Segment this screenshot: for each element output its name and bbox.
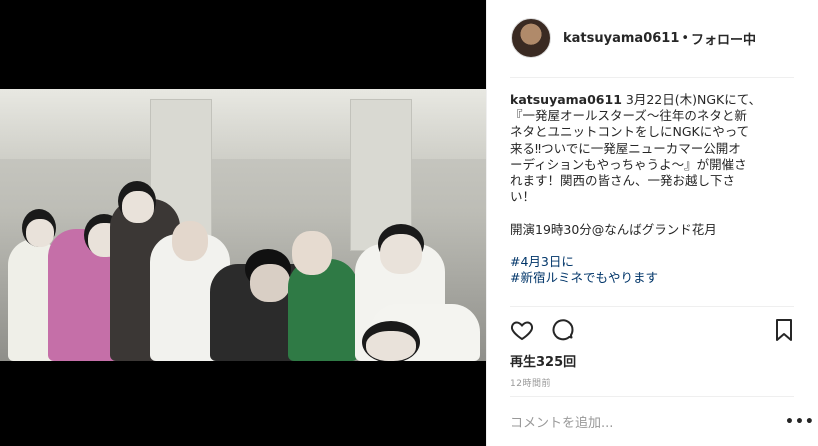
- video-player[interactable]: [0, 0, 486, 446]
- avatar[interactable]: [511, 18, 551, 58]
- video-frame[interactable]: [0, 89, 486, 361]
- heart-icon[interactable]: [510, 318, 534, 342]
- view-count[interactable]: 再生325回: [510, 351, 576, 370]
- header-divider: [510, 77, 794, 78]
- post-timestamp[interactable]: 12時間前: [510, 376, 551, 389]
- caption-line: 開演19時30分@なんばグランド花月: [510, 221, 717, 237]
- header-separator: •: [681, 30, 690, 46]
- header-username[interactable]: katsuyama0611: [563, 31, 679, 46]
- comment-icon[interactable]: [551, 318, 575, 342]
- post-header: katsuyama0611 • フォロー中: [511, 18, 756, 58]
- comment-divider: [510, 396, 794, 397]
- caption-line: ーディションもやっちゃうよ～』が開催さ: [510, 156, 747, 172]
- action-bar: [510, 318, 794, 342]
- caption-line: 来る‼︎ついでに一発屋ニューカマー公開オ: [510, 140, 741, 156]
- caption-line: い！: [510, 189, 536, 205]
- caption-line: [510, 205, 780, 221]
- caption-line: [510, 238, 780, 254]
- instagram-post: katsuyama0611 • フォロー中 katsuyama0611 3月22…: [0, 0, 818, 446]
- bookmark-icon[interactable]: [774, 318, 794, 342]
- post-caption: katsuyama0611 3月22日(木)NGKにて、 『一発屋オールスターズ…: [510, 92, 780, 286]
- follow-status[interactable]: フォロー中: [691, 29, 756, 48]
- caption-line: れます！関西の皆さん、一発お越し下さ: [510, 173, 736, 189]
- caption-divider: [510, 306, 794, 307]
- more-options-icon[interactable]: •••: [785, 414, 815, 430]
- caption-line: katsuyama0611 3月22日(木)NGKにて、: [510, 92, 762, 107]
- caption-username[interactable]: katsuyama0611: [510, 92, 622, 107]
- hashtag-link[interactable]: #4月3日に: [510, 254, 780, 270]
- hashtag-link[interactable]: #新宿ルミネでもやります: [510, 270, 780, 286]
- comment-input[interactable]: コメントを追加...: [510, 412, 613, 431]
- caption-line: ネタとユニットコントをしにNGKにやって: [510, 124, 750, 140]
- caption-line: 『一発屋オールスターズ～往年のネタと新: [510, 108, 747, 124]
